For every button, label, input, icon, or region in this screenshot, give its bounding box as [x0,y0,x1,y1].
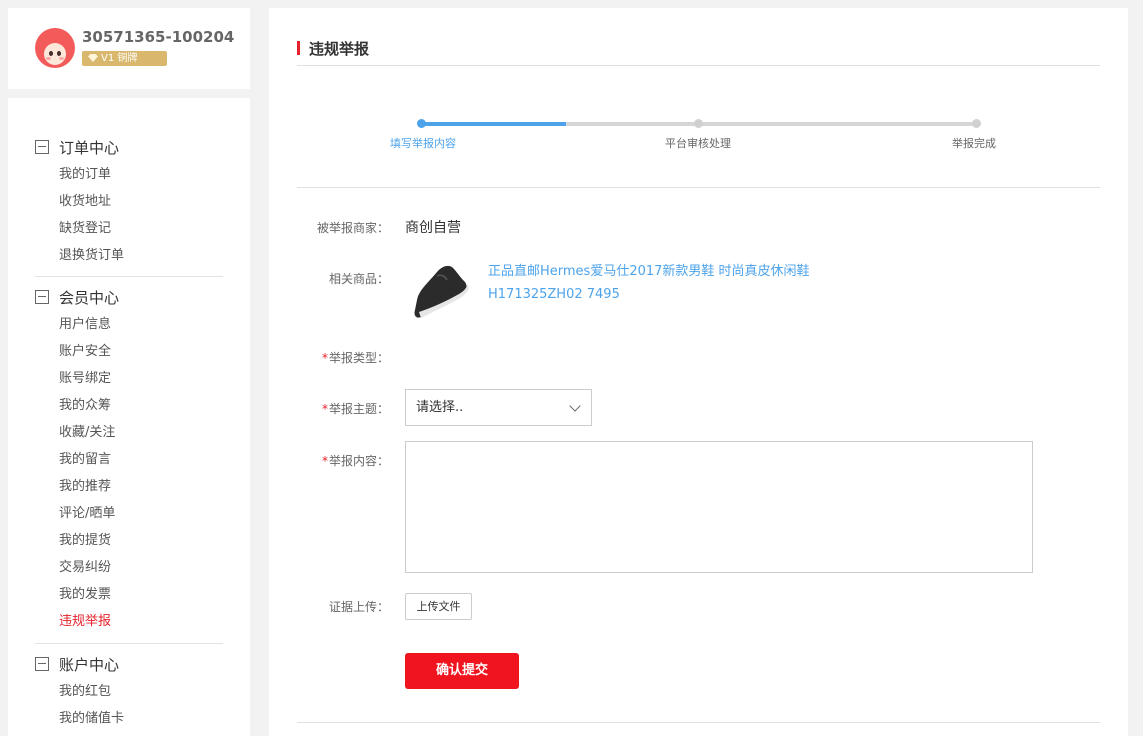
sidebar-item-crowdfunding[interactable]: 我的众筹 [35,392,119,419]
avatar-face [44,43,66,65]
avatar-cheek-right [59,57,64,60]
report-subject-label-text: 举报主题： [328,402,389,416]
upload-file-button[interactable]: 上传文件 [405,593,472,620]
user-id: 30571365-100204 [82,28,235,46]
avatar-eye-right [57,51,61,56]
product-image[interactable] [409,260,469,322]
report-subject-label: *举报主题： [269,400,389,417]
step-label-platform-review: 平台审核处理 [665,137,731,150]
sidebar-divider [35,276,223,277]
merchant-label: 被举报商家： [316,221,389,235]
submit-button[interactable]: 确认提交 [405,653,519,689]
sidebar-item-bindings[interactable]: 账号绑定 [35,365,119,392]
title-divider [297,65,1100,66]
step-label-complete: 举报完成 [952,137,996,150]
sidebar-item-my-orders[interactable]: 我的订单 [35,161,124,188]
sidebar-item-stockout[interactable]: 缺货登记 [35,215,124,242]
vip-level-badge: V1 铜牌 [82,51,167,66]
step-dot-2 [694,119,703,128]
sidebar-group-title[interactable]: 订单中心 [35,137,124,157]
page-title-text: 违规举报 [309,39,370,58]
title-accent-bar [297,41,300,55]
step-label-fill-report: 填写举报内容 [390,137,456,150]
required-mark: * [321,351,328,365]
sidebar-item-messages[interactable]: 我的留言 [35,446,119,473]
merchant-name: 商创自营 [405,220,461,236]
avatar[interactable] [35,28,75,68]
report-content-textarea[interactable] [405,441,1033,573]
sidebar-item-violation-report[interactable]: 违规举报 [35,608,119,635]
sidebar-item-favorites[interactable]: 收藏/关注 [35,419,119,446]
report-type-label-text: 举报类型： [328,351,389,365]
report-subject-placeholder: 请选择.. [416,400,464,415]
sidebar-item-stored-value-card[interactable]: 我的储值卡 [35,705,124,732]
product-link[interactable]: 正品直邮Hermes爱马仕2017新款男鞋 时尚真皮休闲鞋 H171325ZH0… [488,260,888,306]
product-label: 相关商品： [328,272,389,286]
sidebar-item-returns[interactable]: 退换货订单 [35,242,124,269]
steps-divider [297,187,1100,188]
sidebar-item-disputes[interactable]: 交易纠纷 [35,554,119,581]
sidebar-divider [35,643,223,644]
sidebar-group-account: 账户中心 我的红包 我的储值卡 [35,654,124,732]
sidebar-item-referrals[interactable]: 我的推荐 [35,473,119,500]
main-panel: 违规举报 填写举报内容 平台审核处理 举报完成 被举报商家： 商创自营 相关商品… [269,8,1128,736]
sidebar-group-label: 账户中心 [59,655,120,674]
sidebar-item-user-info[interactable]: 用户信息 [35,311,119,338]
user-card: 30571365-100204 V1 铜牌 [8,8,250,89]
sidebar-item-red-packets[interactable]: 我的红包 [35,678,124,705]
step-dot-3 [972,119,981,128]
step-dot-1 [417,119,426,128]
required-mark: * [321,402,328,416]
sidebar-item-reviews[interactable]: 评论/晒单 [35,500,119,527]
sidebar-item-pickups[interactable]: 我的提货 [35,527,119,554]
report-type-label: *举报类型： [269,349,389,366]
avatar-eye-left [49,51,53,56]
vip-level-text: V1 铜牌 [101,53,138,64]
sidebar-item-security[interactable]: 账户安全 [35,338,119,365]
page-title: 违规举报 [297,38,369,58]
bottom-divider [297,722,1100,723]
sidebar-group-label: 订单中心 [59,138,120,157]
sidebar-group-label: 会员中心 [59,288,120,307]
diamond-icon [88,54,98,62]
sidebar-group-title[interactable]: 账户中心 [35,654,124,674]
step-progress-fill [421,122,566,126]
avatar-cheek-left [46,57,51,60]
collapse-icon[interactable] [35,140,49,154]
sidebar-group-member: 会员中心 用户信息 账户安全 账号绑定 我的众筹 收藏/关注 我的留言 我的推荐… [35,287,119,635]
required-mark: * [321,454,328,468]
report-content-label: *举报内容： [269,452,389,469]
collapse-icon[interactable] [35,290,49,304]
chevron-down-icon [569,400,581,412]
collapse-icon[interactable] [35,657,49,671]
sidebar-group-orders: 订单中心 我的订单 收货地址 缺货登记 退换货订单 [35,137,124,269]
sidebar-nav: 订单中心 我的订单 收货地址 缺货登记 退换货订单 会员中心 用户信息 账户安全… [8,98,250,736]
evidence-label: 证据上传： [328,600,389,614]
sidebar-item-invoices[interactable]: 我的发票 [35,581,119,608]
sidebar-group-title[interactable]: 会员中心 [35,287,119,307]
report-content-label-text: 举报内容： [328,454,389,468]
report-subject-select[interactable]: 请选择.. [405,389,592,426]
sidebar-item-addresses[interactable]: 收货地址 [35,188,124,215]
